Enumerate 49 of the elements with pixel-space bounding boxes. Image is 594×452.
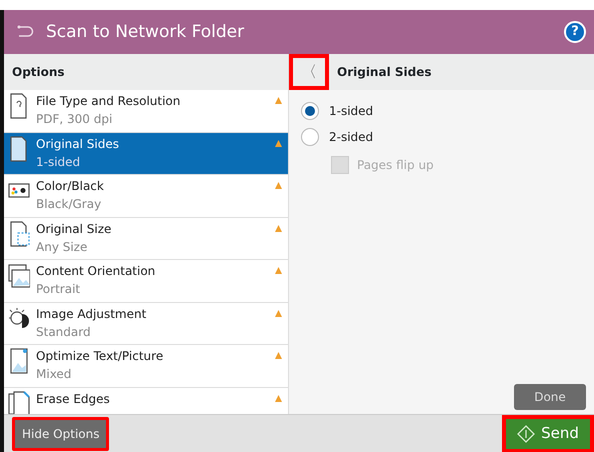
warning-icon <box>275 394 282 402</box>
option-value: 1-sided <box>36 154 82 170</box>
option-value: Portrait <box>36 281 82 298</box>
send-button[interactable]: Send <box>502 414 594 452</box>
option-item[interactable]: Original Size Any Size <box>4 218 288 259</box>
radio-button[interactable] <box>301 128 319 146</box>
checkbox-label: Pages flip up <box>357 157 434 174</box>
option-title: Original Sides <box>36 136 120 152</box>
back-icon[interactable] <box>16 24 34 40</box>
screen-title: Scan to Network Folder <box>46 22 246 42</box>
landscape-image-icon <box>8 263 30 289</box>
option-title: Original Size <box>36 220 112 238</box>
warning-icon <box>275 310 282 316</box>
option-value: Mixed <box>36 366 72 383</box>
detail-title: Original Sides <box>337 64 432 81</box>
radio-option[interactable]: 2-sided <box>289 124 594 150</box>
radio-option[interactable]: 1-sided <box>289 98 594 124</box>
warning-icon <box>275 182 282 189</box>
panel-title: Options <box>12 64 65 81</box>
option-value: Any Size <box>36 238 88 256</box>
option-title: Content Orientation <box>36 263 156 280</box>
radio-button[interactable] <box>301 102 319 120</box>
option-value: Black/Gray <box>36 196 102 213</box>
warning-icon <box>275 97 282 104</box>
option-title: Image Adjustment <box>36 306 148 322</box>
help-button[interactable]: ? <box>564 21 586 43</box>
option-value: PDF, 300 dpi <box>36 111 114 128</box>
option-item[interactable]: Erase Edges <box>4 388 288 414</box>
warning-icon <box>275 224 282 232</box>
option-value: Standard <box>36 324 92 340</box>
warning-icon <box>275 267 282 274</box>
done-button[interactable]: Done <box>514 384 586 410</box>
option-title: Color/Black <box>36 178 105 195</box>
option-item[interactable]: Image Adjustment Standard <box>4 302 288 344</box>
page-size-icon <box>8 220 30 246</box>
option-item[interactable]: Optimize Text/Picture Mixed <box>4 345 288 386</box>
hide-options-button[interactable]: Hide Options <box>12 416 110 450</box>
image-page-icon <box>8 348 30 374</box>
option-title: File Type and Resolution <box>36 93 182 110</box>
option-item[interactable]: Color/Black Black/Gray <box>4 175 288 216</box>
warning-icon <box>275 352 282 359</box>
option-item[interactable]: Original Sides 1-sided <box>4 132 288 174</box>
option-title: Erase Edges <box>36 390 111 408</box>
back-button[interactable]: 〈 <box>289 54 329 90</box>
option-title: Optimize Text/Picture <box>36 348 164 365</box>
start-icon <box>517 424 536 442</box>
option-item[interactable]: Content Orientation Portrait <box>4 260 288 302</box>
option-item[interactable]: File Type and Resolution PDF, 300 dpi <box>4 90 288 132</box>
warning-icon <box>275 140 282 146</box>
